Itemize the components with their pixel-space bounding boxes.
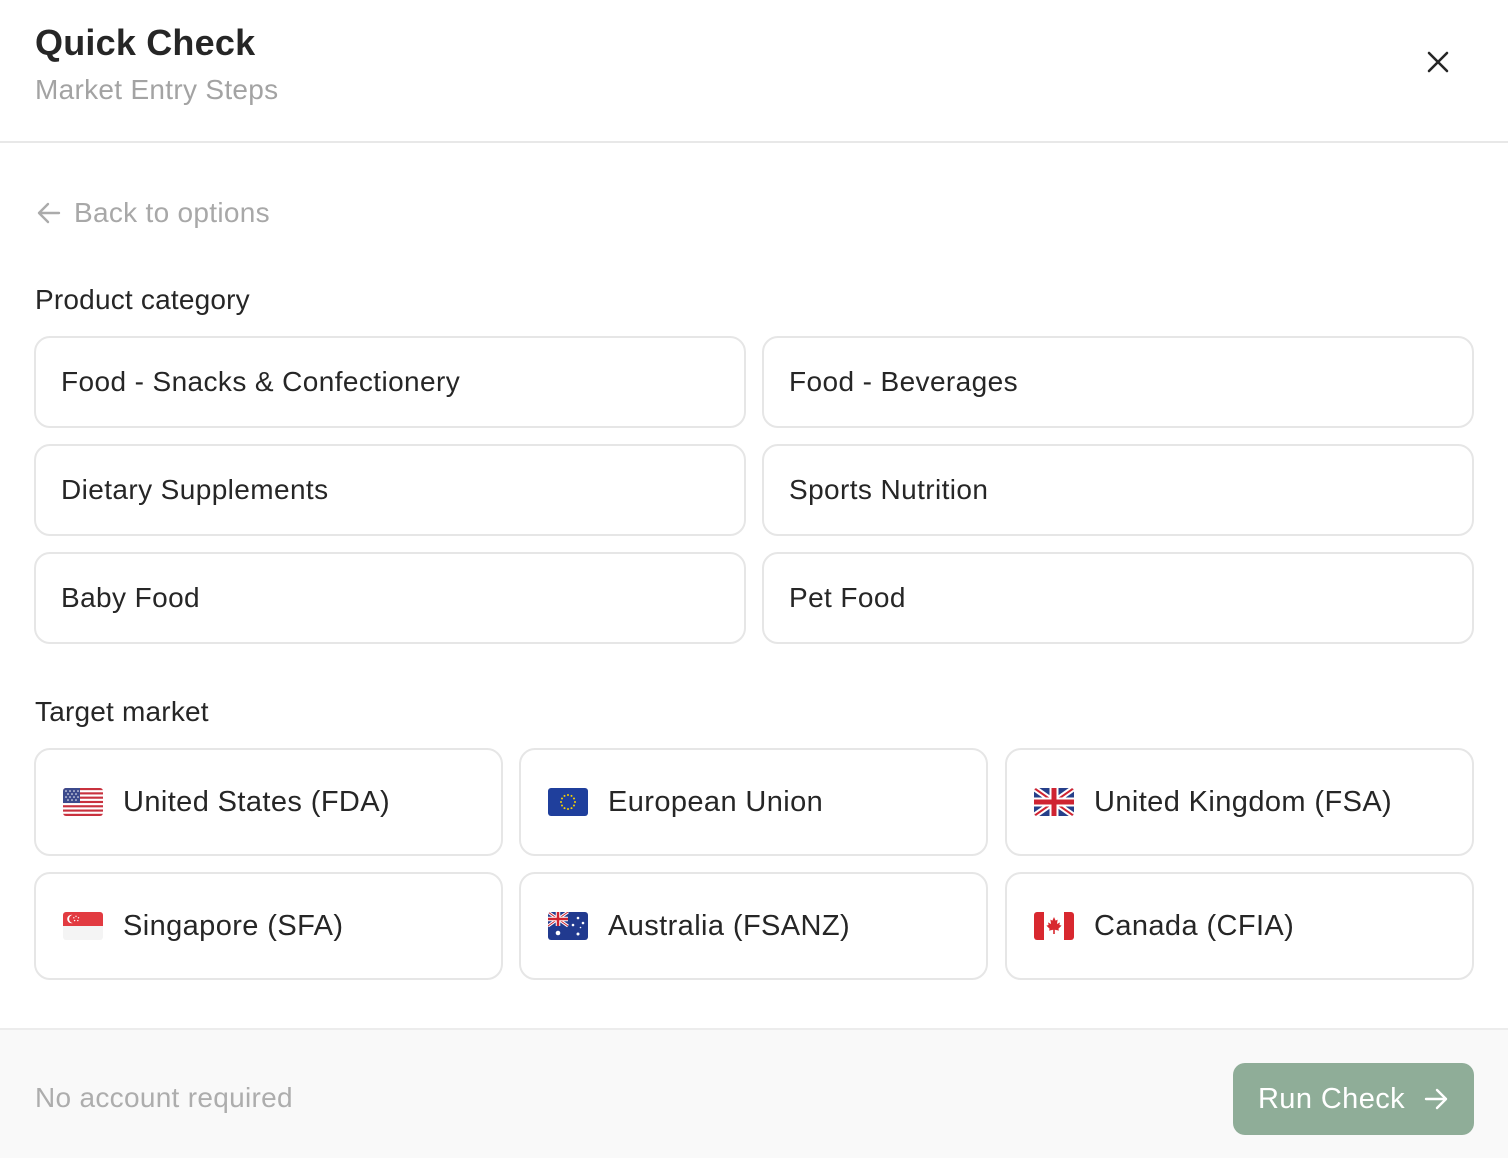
market-option-us[interactable]: United States (FDA): [34, 748, 503, 856]
modal-subtitle: Market Entry Steps: [35, 74, 279, 105]
modal-title: Quick Check: [35, 22, 256, 63]
market-option-label: European Union: [608, 785, 824, 818]
category-option-label: Pet Food: [789, 582, 906, 613]
us-flag-icon: [63, 788, 103, 816]
market-option-eu[interactable]: European Union: [519, 748, 988, 856]
category-option-label: Food - Beverages: [789, 366, 1018, 397]
run-check-button[interactable]: Run Check: [1233, 1063, 1474, 1135]
market-option-label: Singapore (SFA): [123, 909, 344, 942]
quick-check-modal: Quick Check Market Entry Steps Back to o…: [0, 0, 1508, 1158]
modal-footer: No account required Run Check: [0, 1028, 1508, 1158]
modal-header: Quick Check Market Entry Steps: [0, 0, 1508, 143]
category-option-baby-food[interactable]: Baby Food: [34, 552, 746, 644]
target-market-label: Target market: [35, 696, 209, 727]
close-button[interactable]: [1416, 40, 1460, 84]
category-option-dietary-supplements[interactable]: Dietary Supplements: [34, 444, 746, 536]
market-option-label: Australia (FSANZ): [608, 909, 851, 942]
category-option-pet-food[interactable]: Pet Food: [762, 552, 1474, 644]
back-to-options-link[interactable]: Back to options: [36, 194, 270, 232]
category-option-label: Baby Food: [61, 582, 201, 613]
sg-flag-icon: [63, 912, 103, 940]
close-icon: [1427, 51, 1449, 73]
uk-flag-icon: [1034, 788, 1074, 816]
arrow-left-icon: [37, 202, 61, 224]
category-option-label: Dietary Supplements: [61, 474, 329, 505]
market-option-label: United States (FDA): [123, 785, 391, 818]
market-option-ca[interactable]: Canada (CFIA): [1005, 872, 1474, 980]
back-link-label: Back to options: [74, 197, 270, 228]
category-option-snacks[interactable]: Food - Snacks & Confectionery: [34, 336, 746, 428]
category-option-beverages[interactable]: Food - Beverages: [762, 336, 1474, 428]
ca-flag-icon: [1034, 912, 1074, 940]
market-option-label: Canada (CFIA): [1094, 909, 1295, 942]
market-option-uk[interactable]: United Kingdom (FSA): [1005, 748, 1474, 856]
run-check-label: Run Check: [1257, 1082, 1406, 1115]
au-flag-icon: [548, 912, 588, 940]
category-option-label: Sports Nutrition: [789, 474, 989, 505]
arrow-right-icon: [1424, 1088, 1448, 1110]
category-option-sports-nutrition[interactable]: Sports Nutrition: [762, 444, 1474, 536]
market-option-sg[interactable]: Singapore (SFA): [34, 872, 503, 980]
no-account-note: No account required: [35, 1082, 293, 1113]
market-option-label: United Kingdom (FSA): [1094, 785, 1393, 818]
category-option-label: Food - Snacks & Confectionery: [61, 366, 461, 397]
market-option-au[interactable]: Australia (FSANZ): [519, 872, 988, 980]
product-category-label: Product category: [35, 284, 250, 315]
eu-flag-icon: [548, 788, 588, 816]
